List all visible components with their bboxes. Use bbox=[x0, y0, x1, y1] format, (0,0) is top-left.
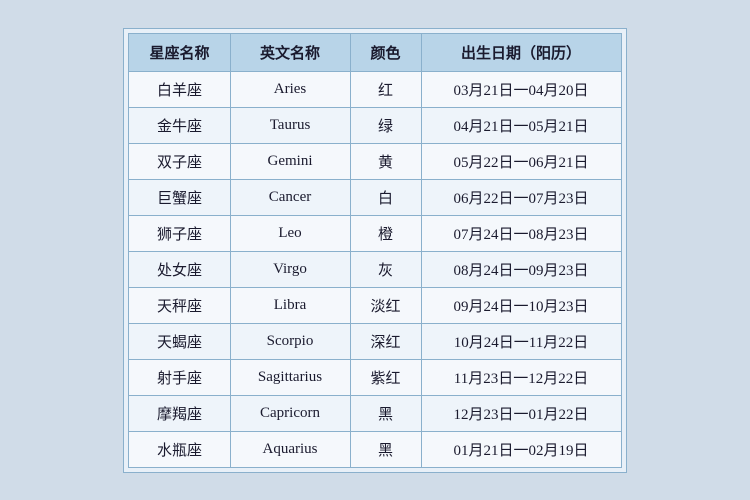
cell-color: 深红 bbox=[350, 323, 421, 359]
table-row: 双子座Gemini黄05月22日一06月21日 bbox=[129, 143, 621, 179]
cell-english: Cancer bbox=[230, 179, 350, 215]
cell-color: 灰 bbox=[350, 251, 421, 287]
cell-chinese: 双子座 bbox=[129, 143, 230, 179]
cell-chinese: 处女座 bbox=[129, 251, 230, 287]
cell-chinese: 巨蟹座 bbox=[129, 179, 230, 215]
cell-chinese: 天秤座 bbox=[129, 287, 230, 323]
cell-date: 05月22日一06月21日 bbox=[421, 143, 621, 179]
table-row: 狮子座Leo橙07月24日一08月23日 bbox=[129, 215, 621, 251]
cell-chinese: 射手座 bbox=[129, 359, 230, 395]
table-row: 射手座Sagittarius紫红11月23日一12月22日 bbox=[129, 359, 621, 395]
cell-color: 黄 bbox=[350, 143, 421, 179]
cell-date: 09月24日一10月23日 bbox=[421, 287, 621, 323]
cell-chinese: 天蝎座 bbox=[129, 323, 230, 359]
cell-date: 10月24日一11月22日 bbox=[421, 323, 621, 359]
cell-english: Aquarius bbox=[230, 431, 350, 467]
cell-chinese: 白羊座 bbox=[129, 71, 230, 107]
table-row: 水瓶座Aquarius黑01月21日一02月19日 bbox=[129, 431, 621, 467]
cell-english: Taurus bbox=[230, 107, 350, 143]
table-row: 天秤座Libra淡红09月24日一10月23日 bbox=[129, 287, 621, 323]
table-header-row: 星座名称 英文名称 颜色 出生日期（阳历） bbox=[129, 33, 621, 71]
cell-date: 07月24日一08月23日 bbox=[421, 215, 621, 251]
cell-chinese: 水瓶座 bbox=[129, 431, 230, 467]
cell-color: 淡红 bbox=[350, 287, 421, 323]
cell-date: 01月21日一02月19日 bbox=[421, 431, 621, 467]
cell-color: 绿 bbox=[350, 107, 421, 143]
zodiac-table: 星座名称 英文名称 颜色 出生日期（阳历） 白羊座Aries红03月21日一04… bbox=[128, 33, 621, 468]
cell-color: 白 bbox=[350, 179, 421, 215]
header-date: 出生日期（阳历） bbox=[421, 33, 621, 71]
table-row: 巨蟹座Cancer白06月22日一07月23日 bbox=[129, 179, 621, 215]
cell-color: 黑 bbox=[350, 395, 421, 431]
header-color: 颜色 bbox=[350, 33, 421, 71]
table-row: 白羊座Aries红03月21日一04月20日 bbox=[129, 71, 621, 107]
cell-chinese: 狮子座 bbox=[129, 215, 230, 251]
cell-color: 紫红 bbox=[350, 359, 421, 395]
cell-english: Sagittarius bbox=[230, 359, 350, 395]
header-chinese: 星座名称 bbox=[129, 33, 230, 71]
cell-english: Libra bbox=[230, 287, 350, 323]
cell-english: Leo bbox=[230, 215, 350, 251]
cell-english: Capricorn bbox=[230, 395, 350, 431]
cell-date: 06月22日一07月23日 bbox=[421, 179, 621, 215]
cell-date: 04月21日一05月21日 bbox=[421, 107, 621, 143]
cell-color: 橙 bbox=[350, 215, 421, 251]
cell-date: 11月23日一12月22日 bbox=[421, 359, 621, 395]
cell-color: 红 bbox=[350, 71, 421, 107]
table-row: 摩羯座Capricorn黑12月23日一01月22日 bbox=[129, 395, 621, 431]
cell-date: 08月24日一09月23日 bbox=[421, 251, 621, 287]
table-body: 白羊座Aries红03月21日一04月20日金牛座Taurus绿04月21日一0… bbox=[129, 71, 621, 467]
cell-english: Gemini bbox=[230, 143, 350, 179]
cell-english: Virgo bbox=[230, 251, 350, 287]
cell-date: 12月23日一01月22日 bbox=[421, 395, 621, 431]
table-row: 金牛座Taurus绿04月21日一05月21日 bbox=[129, 107, 621, 143]
cell-date: 03月21日一04月20日 bbox=[421, 71, 621, 107]
cell-english: Aries bbox=[230, 71, 350, 107]
cell-chinese: 金牛座 bbox=[129, 107, 230, 143]
cell-color: 黑 bbox=[350, 431, 421, 467]
cell-english: Scorpio bbox=[230, 323, 350, 359]
table-row: 天蝎座Scorpio深红10月24日一11月22日 bbox=[129, 323, 621, 359]
header-english: 英文名称 bbox=[230, 33, 350, 71]
table-row: 处女座Virgo灰08月24日一09月23日 bbox=[129, 251, 621, 287]
cell-chinese: 摩羯座 bbox=[129, 395, 230, 431]
zodiac-table-container: 星座名称 英文名称 颜色 出生日期（阳历） 白羊座Aries红03月21日一04… bbox=[123, 28, 626, 473]
